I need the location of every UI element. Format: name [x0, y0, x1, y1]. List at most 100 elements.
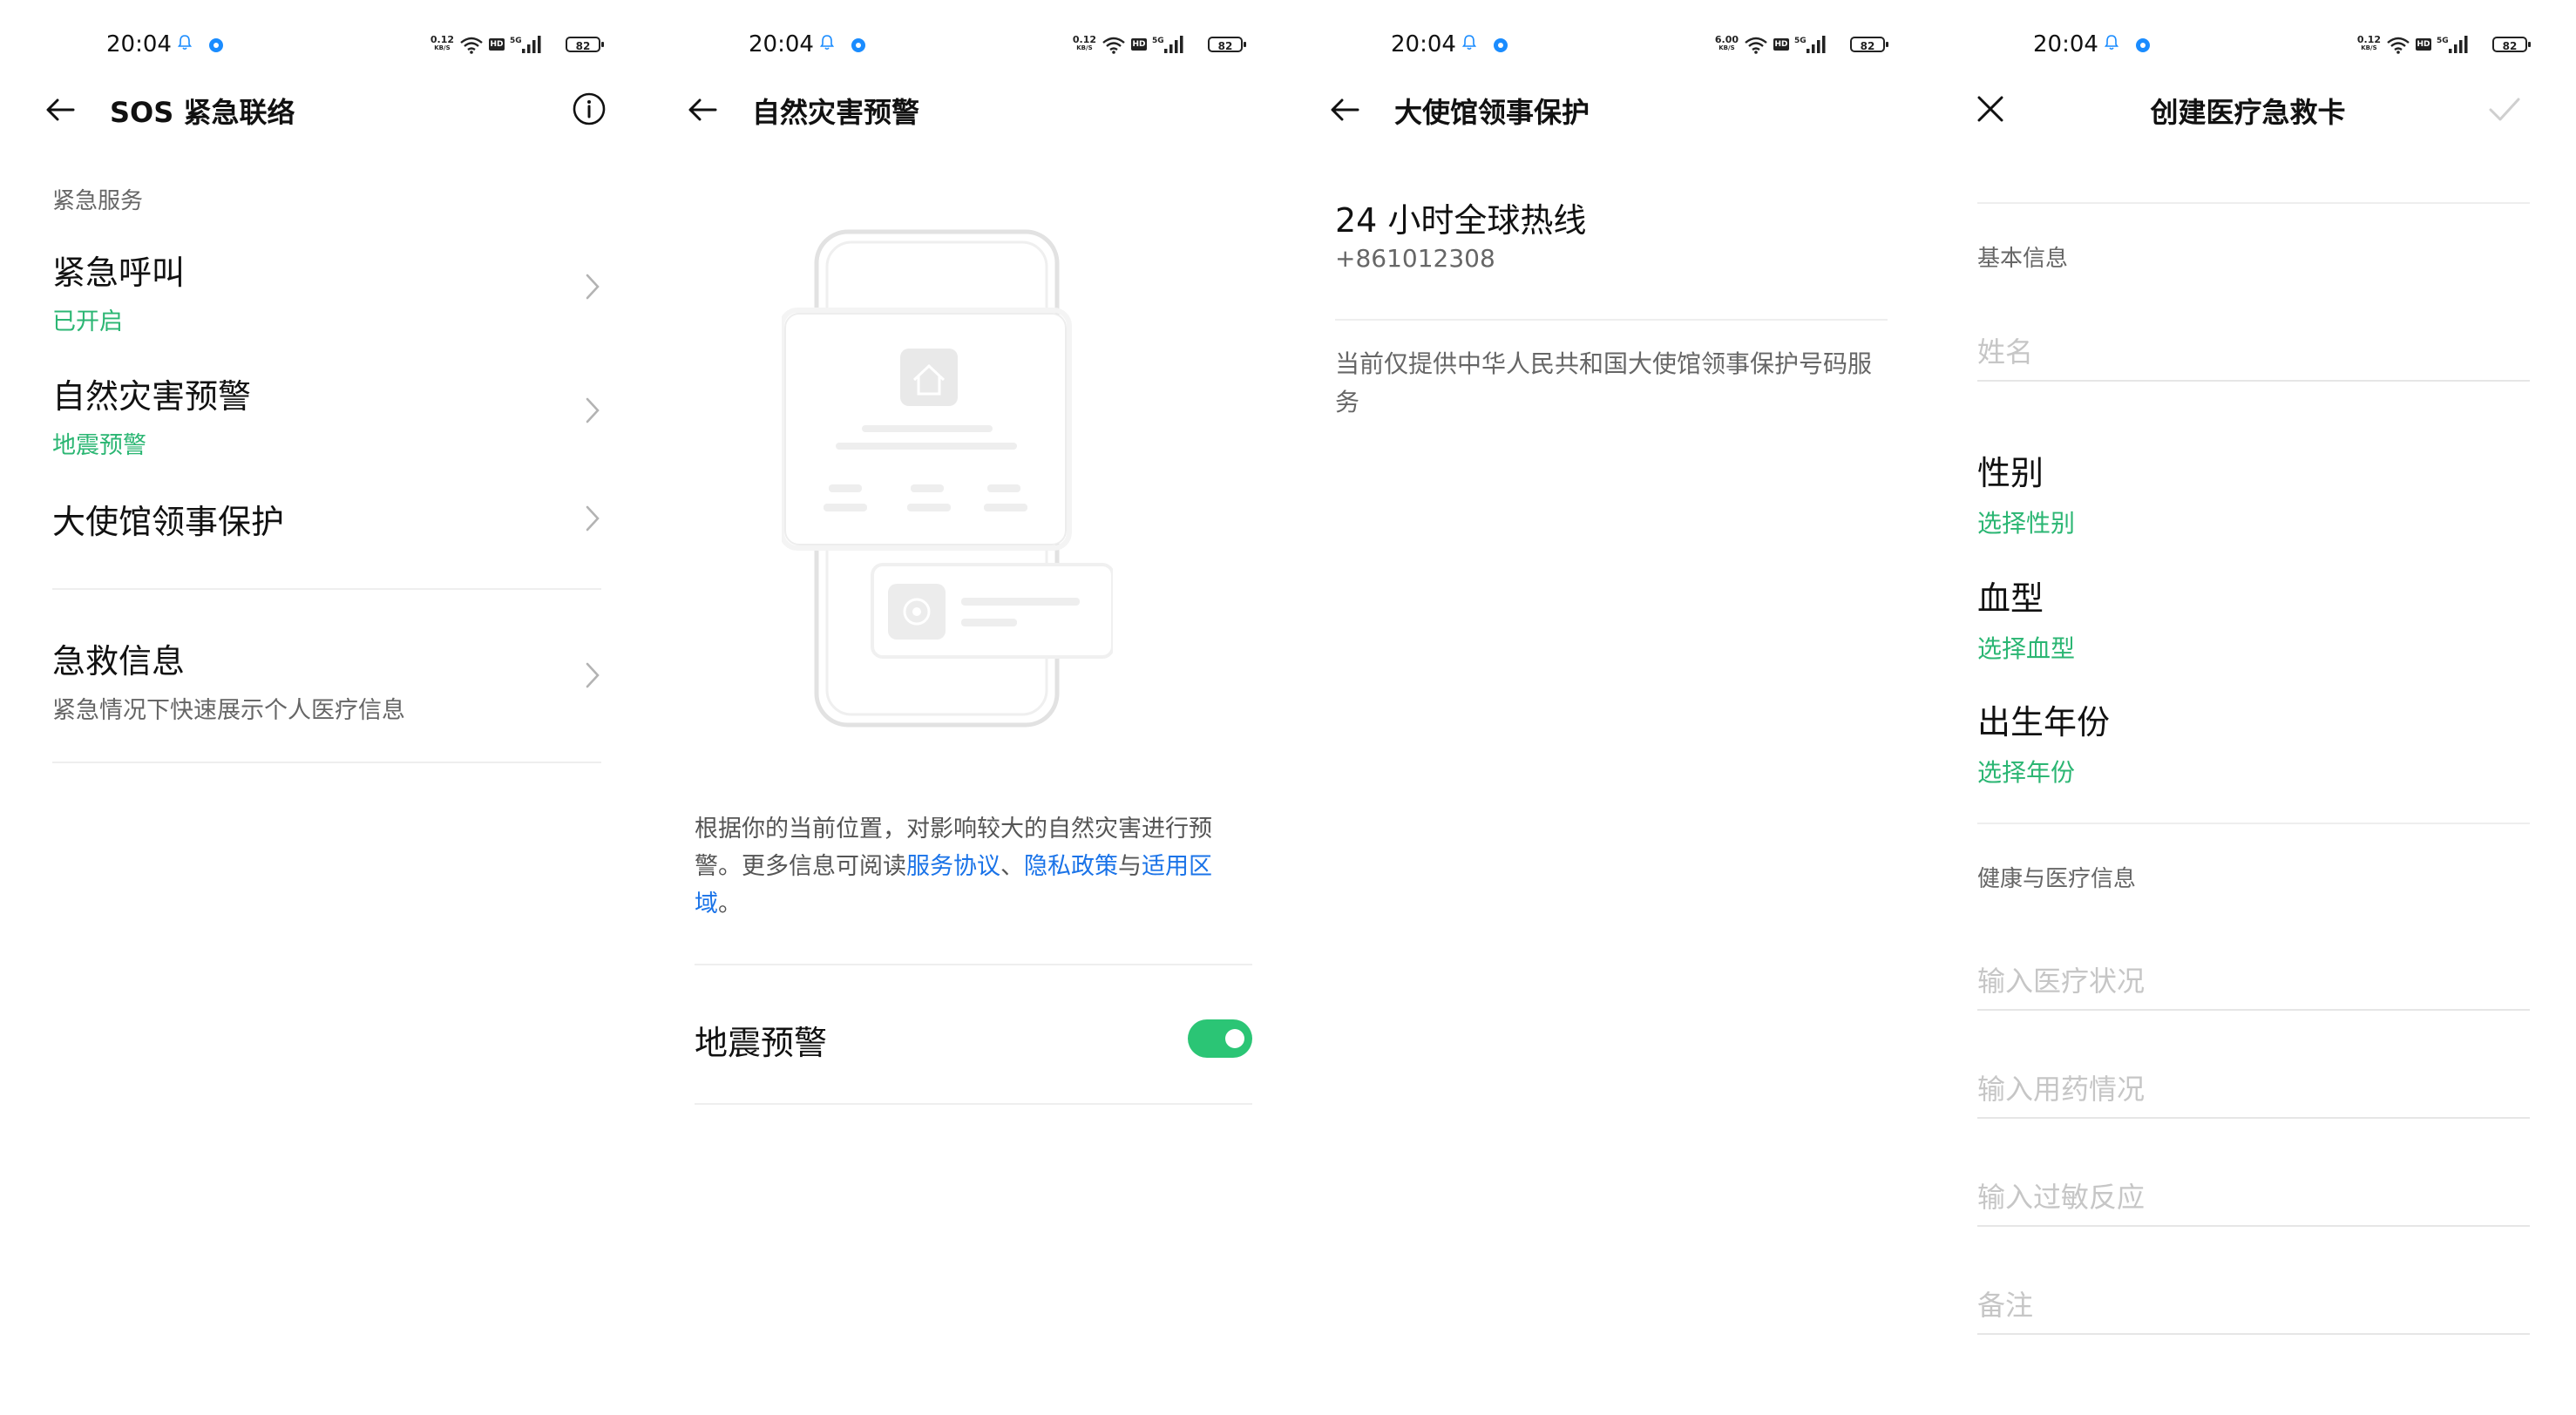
- hotline-title: 24 小时全球热线: [1335, 201, 1587, 240]
- description-text: 根据你的当前位置，对影响较大的自然灾害进行预警。更多信息可阅读服务协议、隐私政策…: [695, 810, 1252, 923]
- name-field: [1977, 328, 2530, 382]
- divider: [52, 762, 601, 763]
- chevron-right-icon: [586, 274, 600, 300]
- title-bar: 大使馆领事保护: [1285, 80, 1927, 138]
- toggle-knob: [1225, 1029, 1244, 1048]
- picker-title: 性别: [1977, 454, 2044, 492]
- list-item-disaster-alert[interactable]: 自然灾害预警 地震预警: [52, 369, 601, 460]
- screens: 20:04 0.12 KB/S HD 5G 82 SOS 紧急联络 紧急服务 紧急…: [0, 0, 2576, 1415]
- notes-input[interactable]: [1977, 1281, 2530, 1330]
- screen-sos-contact: 20:04 0.12 KB/S HD 5G 82 SOS 紧急联络 紧急服务 紧急…: [0, 0, 643, 1415]
- divider: [695, 964, 1252, 965]
- divider: [1977, 202, 2530, 204]
- separator: 、: [1000, 853, 1024, 880]
- status-icons: 0.12 KB/S HD 5G 82: [2335, 33, 2531, 56]
- terms-link[interactable]: 服务协议: [906, 853, 1000, 880]
- status-icons: 0.12 KB/S HD 5G 82: [1051, 33, 1246, 56]
- svg-text:5G: 5G: [1152, 37, 1164, 45]
- info-icon[interactable]: [571, 91, 607, 127]
- chevron-right-icon: [586, 397, 600, 423]
- item-status: 地震预警: [52, 432, 146, 459]
- hd-icon: HD: [2416, 38, 2431, 51]
- title-bar: 创建医疗急救卡: [1927, 80, 2569, 138]
- battery-icon: 82: [566, 37, 604, 52]
- location-dot-icon: [851, 38, 865, 52]
- location-dot-icon: [2136, 38, 2150, 52]
- check-icon[interactable]: [2487, 94, 2522, 125]
- medication-input[interactable]: [1977, 1065, 2530, 1114]
- divider: [1335, 319, 1888, 321]
- chevron-right-icon: [586, 662, 600, 688]
- wifi-icon: [2387, 37, 2410, 54]
- picker-value: 选择性别: [1977, 509, 2076, 538]
- status-time: 20:04: [749, 31, 814, 58]
- divider: [695, 1103, 1252, 1105]
- earthquake-alert-toggle[interactable]: [1188, 1019, 1252, 1058]
- item-description: 紧急情况下快速展示个人医疗信息: [52, 697, 405, 724]
- picker-title: 出生年份: [1977, 703, 2111, 741]
- phone-alert-illustration: [782, 229, 1113, 728]
- page-title: 自然灾害预警: [752, 96, 920, 129]
- allergy-field: [1977, 1173, 2530, 1227]
- status-bar: 20:04 0.12 KB/S HD 5G 82: [1927, 0, 2569, 73]
- back-arrow-icon[interactable]: [686, 92, 721, 127]
- name-input[interactable]: [1977, 328, 2530, 376]
- wifi-icon: [460, 37, 483, 54]
- signal-icon: 5G: [510, 36, 541, 53]
- signal-icon: 5G: [1794, 36, 1826, 53]
- page-title: SOS 紧急联络: [110, 96, 295, 129]
- list-item-emergency-call[interactable]: 紧急呼叫 已开启: [52, 246, 601, 336]
- battery-icon: 82: [1208, 37, 1246, 52]
- hd-icon: HD: [489, 38, 505, 51]
- back-arrow-icon[interactable]: [1328, 92, 1363, 127]
- network-speed: 0.12 KB/S: [1072, 34, 1096, 51]
- item-title: 紧急呼叫: [52, 254, 186, 292]
- chevron-right-icon: [586, 505, 600, 531]
- section-header-basic-info: 基本信息: [1977, 246, 2069, 272]
- birth-year-picker[interactable]: 出生年份 选择年份: [1977, 695, 2530, 789]
- picker-title: 血型: [1977, 579, 2044, 618]
- notification-bell-icon: [1462, 35, 1476, 51]
- notification-bell-icon: [820, 35, 834, 51]
- medication-field: [1977, 1065, 2530, 1119]
- item-title: 大使馆领事保护: [52, 503, 285, 541]
- signal-icon: 5G: [2437, 36, 2468, 53]
- location-dot-icon: [209, 38, 223, 52]
- hotline-number[interactable]: +861012308: [1335, 244, 1495, 273]
- list-item-first-aid-info[interactable]: 急救信息 紧急情况下快速展示个人医疗信息: [52, 634, 601, 725]
- medical-condition-input[interactable]: [1977, 957, 2530, 1005]
- notes-field: [1977, 1281, 2530, 1335]
- picker-value: 选择年份: [1977, 758, 2076, 787]
- status-bar: 20:04 6.00 KB/S HD 5G 82: [1285, 0, 1927, 73]
- title-bar: 自然灾害预警: [642, 80, 1285, 138]
- status-icons: 0.12 KB/S HD 5G 82: [409, 33, 604, 56]
- battery-icon: 82: [1850, 37, 1888, 52]
- network-speed: 0.12 KB/S: [430, 34, 454, 51]
- medical-condition-field: [1977, 957, 2530, 1011]
- back-arrow-icon[interactable]: [44, 92, 78, 127]
- svg-text:5G: 5G: [510, 37, 522, 45]
- earthquake-alert-row: 地震预警: [695, 993, 1252, 1089]
- battery-icon: 82: [2492, 37, 2531, 52]
- hd-icon: HD: [1131, 38, 1147, 51]
- allergy-input[interactable]: [1977, 1173, 2530, 1222]
- toggle-label: 地震预警: [695, 1024, 828, 1062]
- status-icons: 6.00 KB/S HD 5G 82: [1693, 33, 1888, 56]
- picker-value: 选择血型: [1977, 634, 2076, 663]
- description-suffix: 。: [718, 890, 742, 917]
- blood-type-picker[interactable]: 血型 选择血型: [1977, 572, 2530, 665]
- page-title: 创建医疗急救卡: [2150, 96, 2346, 129]
- divider: [1977, 823, 2530, 824]
- svg-text:5G: 5G: [1794, 37, 1807, 45]
- list-item-embassy-protection[interactable]: 大使馆领事保护: [52, 495, 601, 543]
- privacy-link[interactable]: 隐私政策: [1024, 853, 1118, 880]
- wifi-icon: [1745, 37, 1767, 54]
- separator: 与: [1118, 853, 1142, 880]
- gender-picker[interactable]: 性别 选择性别: [1977, 446, 2530, 539]
- section-header-health-info: 健康与医疗信息: [1977, 866, 2137, 892]
- status-time: 20:04: [106, 31, 172, 58]
- home-icon: [900, 349, 958, 406]
- divider: [52, 588, 601, 590]
- item-title: 急救信息: [52, 642, 186, 680]
- hd-icon: HD: [1773, 38, 1789, 51]
